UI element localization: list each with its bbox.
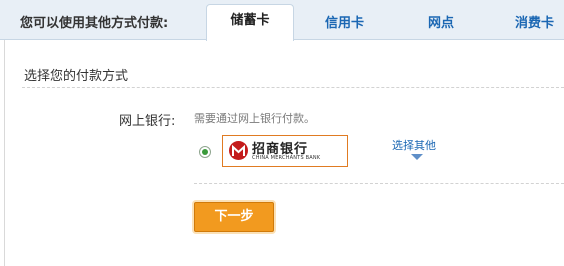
- tab-debit-card[interactable]: 储蓄卡: [206, 4, 294, 41]
- tab-consumer-card[interactable]: 消费卡: [515, 12, 554, 31]
- chevron-down-icon[interactable]: [411, 154, 423, 160]
- bank-name-en: CHINA MERCHANTS BANK: [252, 155, 321, 161]
- online-bank-hint: 需要通过网上银行付款。: [194, 112, 315, 125]
- cmb-logo-icon: [229, 141, 248, 160]
- bank-option-cmb[interactable]: 招商银行 CHINA MERCHANTS BANK: [222, 135, 348, 167]
- payment-method-tabbar: 您可以使用其他方式付款: 储蓄卡 信用卡 网点 消费卡: [0, 0, 564, 41]
- tabbar-label: 您可以使用其他方式付款:: [20, 16, 169, 31]
- choose-other-bank-link[interactable]: 选择其他: [392, 137, 436, 153]
- section-divider: [22, 87, 564, 88]
- tab-outlet[interactable]: 网点: [428, 12, 454, 31]
- bank-divider: [194, 183, 564, 184]
- next-step-button[interactable]: 下一步: [194, 202, 274, 232]
- online-bank-label: 网上银行:: [119, 114, 176, 129]
- tab-credit-card[interactable]: 信用卡: [325, 12, 364, 31]
- bank-radio[interactable]: [199, 146, 211, 158]
- section-title: 选择您的付款方式: [24, 69, 129, 84]
